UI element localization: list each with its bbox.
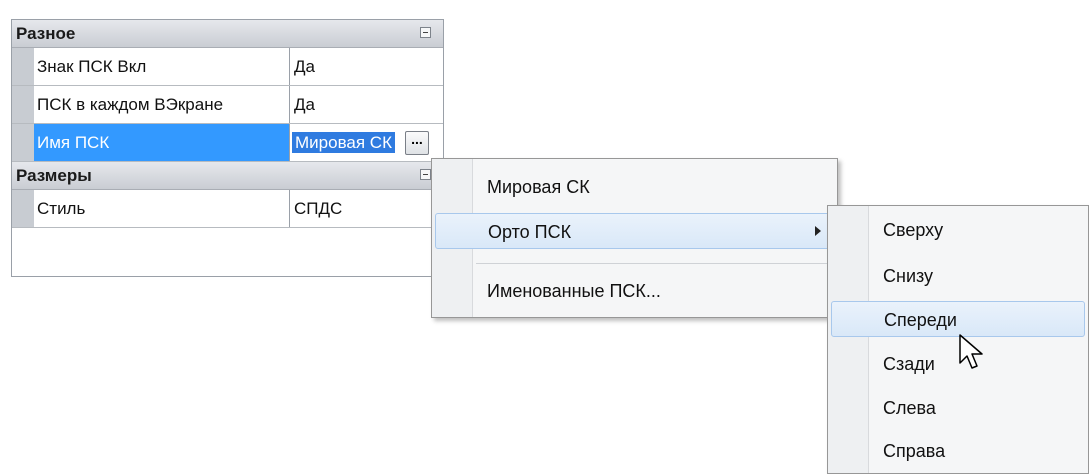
triangle-right-icon	[815, 226, 821, 236]
property-grid: Разное Знак ПСК Вкл Да ПСК в каждом ВЭкр…	[11, 19, 444, 277]
menu-item-label: Спереди	[884, 310, 957, 330]
property-value[interactable]: Да	[294, 48, 315, 85]
menu-separator	[476, 263, 831, 264]
property-value[interactable]: Да	[294, 86, 315, 123]
column-divider	[289, 86, 290, 123]
property-row-ucs-name[interactable]: Имя ПСК Мировая СК ...	[12, 124, 443, 162]
property-value[interactable]: СПДС	[294, 190, 342, 227]
category-label: Размеры	[16, 166, 92, 185]
submenu-item-top[interactable]: Сверху	[831, 212, 1085, 248]
column-divider	[289, 124, 290, 161]
submenu-item-left[interactable]: Слева	[831, 390, 1085, 426]
menu-item-label: Орто ПСК	[488, 222, 572, 242]
menu-item-label: Сверху	[883, 220, 944, 240]
menu-item-label: Мировая СК	[487, 177, 590, 197]
property-row-ucs-per-viewport[interactable]: ПСК в каждом ВЭкране Да	[12, 86, 443, 124]
submenu-item-front[interactable]: Спереди	[831, 301, 1085, 337]
collapse-icon[interactable]	[420, 27, 431, 38]
menu-item-named-ucs[interactable]: Именованные ПСК...	[435, 273, 834, 309]
menu-item-label: Справа	[883, 441, 946, 461]
property-row-ucs-icon[interactable]: Знак ПСК Вкл Да	[12, 48, 443, 86]
arrow-pointer-icon	[959, 334, 983, 369]
column-divider	[289, 190, 290, 227]
menu-item-ortho-ucs[interactable]: Орто ПСК	[435, 213, 834, 249]
property-row-style[interactable]: Стиль СПДС	[12, 190, 443, 228]
property-name: Знак ПСК Вкл	[12, 48, 290, 85]
submenu-item-right[interactable]: Справа	[831, 433, 1085, 469]
column-divider	[289, 48, 290, 85]
menu-item-world-ucs[interactable]: Мировая СК	[435, 169, 834, 205]
menu-item-label: Слева	[883, 398, 936, 418]
property-name: Имя ПСК	[12, 124, 290, 161]
context-menu: Мировая СК Орто ПСК Именованные ПСК...	[431, 158, 838, 318]
property-name: ПСК в каждом ВЭкране	[12, 86, 290, 123]
collapse-icon[interactable]	[420, 169, 431, 180]
submenu-item-bottom[interactable]: Снизу	[831, 258, 1085, 294]
menu-item-label: Сзади	[883, 354, 935, 374]
ucs-name-field[interactable]: Мировая СК	[292, 132, 395, 153]
category-header-dimensions[interactable]: Размеры	[12, 162, 443, 190]
menu-item-label: Снизу	[883, 266, 934, 286]
ellipsis-button[interactable]: ...	[405, 131, 429, 155]
category-label: Разное	[16, 24, 76, 43]
property-name: Стиль	[12, 190, 290, 227]
category-header-misc[interactable]: Разное	[12, 20, 443, 48]
menu-item-label: Именованные ПСК...	[487, 281, 661, 301]
